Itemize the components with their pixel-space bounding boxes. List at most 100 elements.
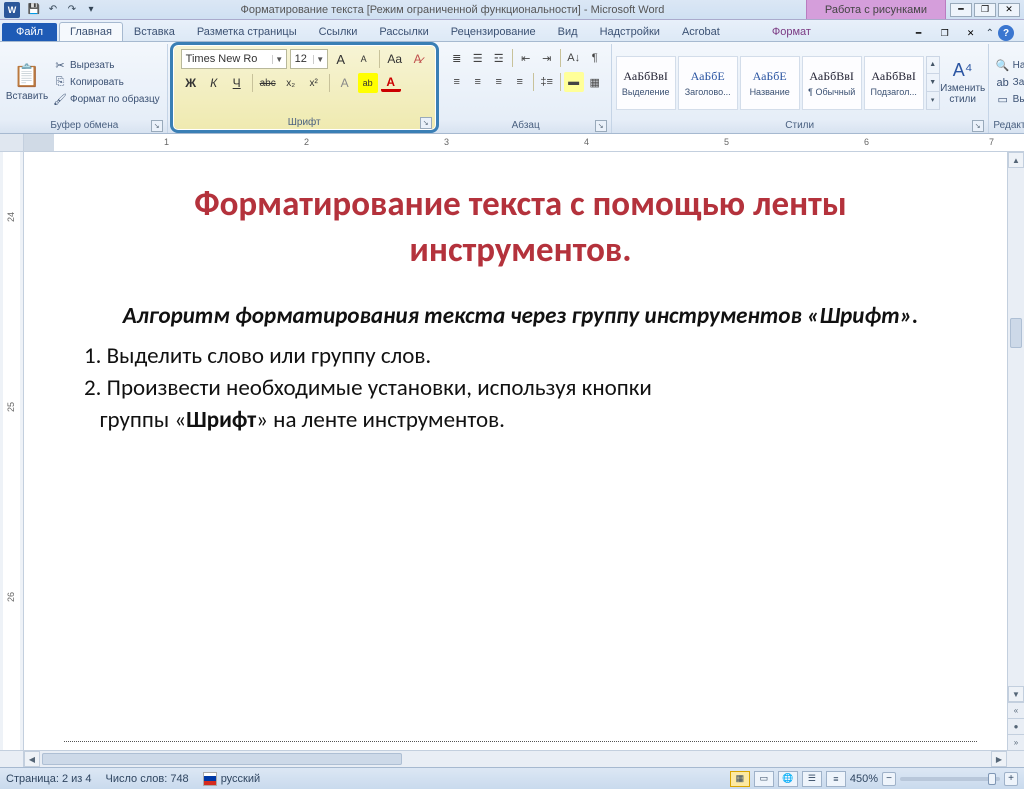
numbering-button[interactable]: ☰: [468, 48, 488, 68]
app-restore-button[interactable]: ❐: [934, 26, 956, 40]
tab-insert[interactable]: Вставка: [123, 22, 186, 41]
justify-button[interactable]: ≡: [510, 72, 530, 92]
tab-view[interactable]: Вид: [547, 22, 589, 41]
chevron-down-icon[interactable]: ▼: [272, 55, 286, 64]
doc-line-2[interactable]: 2. Произвести необходимые установки, исп…: [84, 372, 957, 436]
tab-review[interactable]: Рецензирование: [440, 22, 547, 41]
cut-button[interactable]: ✂Вырезать: [50, 58, 163, 74]
scroll-thumb-h[interactable]: [42, 753, 402, 765]
view-web-button[interactable]: 🌐: [778, 771, 798, 787]
format-painter-button[interactable]: 🖌Формат по образцу: [50, 92, 163, 108]
decrease-indent-button[interactable]: ⇤: [516, 48, 536, 68]
strikethrough-button[interactable]: abc: [258, 73, 278, 93]
zoom-slider-thumb[interactable]: [988, 773, 996, 785]
zoom-level[interactable]: 450%: [850, 773, 878, 785]
change-case-button[interactable]: Aa: [385, 49, 405, 69]
doc-subheading[interactable]: Алгоритм форматирования текста через гру…: [84, 301, 957, 332]
italic-button[interactable]: К: [204, 73, 224, 93]
find-button[interactable]: 🔍Найти▾: [993, 58, 1024, 74]
app-minimize-button[interactable]: ━: [908, 26, 930, 40]
clipboard-launcher[interactable]: ↘: [151, 120, 163, 132]
doc-minimize-button[interactable]: ━: [950, 3, 972, 17]
gallery-up-icon[interactable]: ▲: [927, 57, 939, 75]
align-right-button[interactable]: ≡: [489, 72, 509, 92]
horizontal-scrollbar[interactable]: ◀ ▶: [0, 750, 1024, 767]
view-full-screen-button[interactable]: ▭: [754, 771, 774, 787]
style-item[interactable]: АаБбЕНазвание: [740, 56, 800, 110]
paragraph-launcher[interactable]: ↘: [595, 120, 607, 132]
multilevel-button[interactable]: ☲: [489, 48, 509, 68]
status-page[interactable]: Страница: 2 из 4: [6, 773, 92, 785]
highlight-button[interactable]: ab: [358, 73, 378, 93]
doc-restore-button[interactable]: ❐: [974, 3, 996, 17]
tab-file[interactable]: Файл: [2, 23, 57, 41]
scroll-right-icon[interactable]: ▶: [991, 751, 1007, 767]
qat-undo-icon[interactable]: ↶: [45, 2, 61, 18]
style-item[interactable]: АаБбВвІПодзагол...: [864, 56, 924, 110]
align-center-button[interactable]: ≡: [468, 72, 488, 92]
chevron-down-icon[interactable]: ▼: [313, 55, 327, 64]
browse-object-icon[interactable]: ●: [1008, 718, 1024, 734]
tab-picture-format[interactable]: Формат: [761, 22, 822, 41]
page-canvas[interactable]: Форматирование текста с помощью ленты ин…: [24, 152, 1007, 750]
ruler-horizontal[interactable]: 1 2 3 4 5 6 7: [0, 134, 1024, 152]
style-item[interactable]: АаБбВвІВыделение: [616, 56, 676, 110]
styles-launcher[interactable]: ↘: [972, 120, 984, 132]
tab-home[interactable]: Главная: [59, 22, 123, 41]
zoom-in-button[interactable]: +: [1004, 772, 1018, 786]
qat-save-icon[interactable]: 💾: [26, 2, 42, 18]
shrink-font-button[interactable]: A: [354, 49, 374, 69]
bold-button[interactable]: Ж: [181, 73, 201, 93]
doc-close-button[interactable]: ✕: [998, 3, 1020, 17]
scroll-down-icon[interactable]: ▼: [1008, 686, 1024, 702]
line-spacing-button[interactable]: ‡≡: [537, 72, 557, 92]
font-color-button[interactable]: A: [381, 75, 401, 92]
next-page-icon[interactable]: »: [1008, 734, 1024, 750]
style-item[interactable]: АаБбВвІ¶ Обычный: [802, 56, 862, 110]
zoom-out-button[interactable]: −: [882, 772, 896, 786]
clear-formatting-button[interactable]: A̷: [408, 49, 428, 69]
prev-page-icon[interactable]: «: [1008, 702, 1024, 718]
change-styles-button[interactable]: A⁴ Изменить стили: [942, 58, 984, 107]
tab-addins[interactable]: Надстройки: [589, 22, 671, 41]
scroll-up-icon[interactable]: ▲: [1008, 152, 1024, 168]
grow-font-button[interactable]: A: [331, 49, 351, 69]
view-draft-button[interactable]: ≡: [826, 771, 846, 787]
ribbon-collapse-icon[interactable]: ⌃: [986, 28, 994, 39]
paste-button[interactable]: 📋 Вставить: [6, 46, 48, 119]
doc-line-1[interactable]: 1. Выделить слово или группу слов.: [84, 340, 957, 372]
style-item[interactable]: АаБбЕЗаголово...: [678, 56, 738, 110]
zoom-slider[interactable]: [900, 777, 1000, 781]
status-language[interactable]: русский: [203, 772, 260, 786]
vertical-scrollbar[interactable]: ▲ ▼ « ● »: [1007, 152, 1024, 750]
tab-page-layout[interactable]: Разметка страницы: [186, 22, 308, 41]
font-launcher[interactable]: ↘: [420, 117, 432, 129]
scroll-left-icon[interactable]: ◀: [24, 751, 40, 767]
status-word-count[interactable]: Число слов: 748: [106, 773, 189, 785]
bullets-button[interactable]: ≣: [447, 48, 467, 68]
qat-redo-icon[interactable]: ↷: [64, 2, 80, 18]
tab-acrobat[interactable]: Acrobat: [671, 22, 731, 41]
qat-customize-icon[interactable]: ▾: [83, 2, 99, 18]
gallery-down-icon[interactable]: ▼: [927, 74, 939, 92]
underline-button[interactable]: Ч: [227, 73, 247, 93]
doc-heading[interactable]: Форматирование текста с помощью ленты ин…: [84, 182, 957, 273]
sort-button[interactable]: A↓: [564, 48, 584, 68]
ruler-vertical[interactable]: 24 25 26: [0, 152, 24, 750]
replace-button[interactable]: abЗаменить: [993, 75, 1024, 91]
view-outline-button[interactable]: ☰: [802, 771, 822, 787]
font-size-combo[interactable]: 12▼: [290, 49, 328, 69]
gallery-more-icon[interactable]: ▾: [927, 92, 939, 109]
copy-button[interactable]: ⎘Копировать: [50, 75, 163, 91]
tab-references[interactable]: Ссылки: [308, 22, 369, 41]
scroll-thumb[interactable]: [1010, 318, 1022, 348]
shading-button[interactable]: ▬: [564, 72, 584, 92]
font-name-combo[interactable]: Times New Ro▼: [181, 49, 287, 69]
app-close-button[interactable]: ✕: [960, 26, 982, 40]
show-marks-button[interactable]: ¶: [585, 48, 605, 68]
text-effects-button[interactable]: A: [335, 73, 355, 93]
page-content[interactable]: Форматирование текста с помощью ленты ин…: [24, 152, 1007, 447]
view-print-layout-button[interactable]: ▦: [730, 771, 750, 787]
superscript-button[interactable]: x²: [304, 73, 324, 93]
increase-indent-button[interactable]: ⇥: [537, 48, 557, 68]
